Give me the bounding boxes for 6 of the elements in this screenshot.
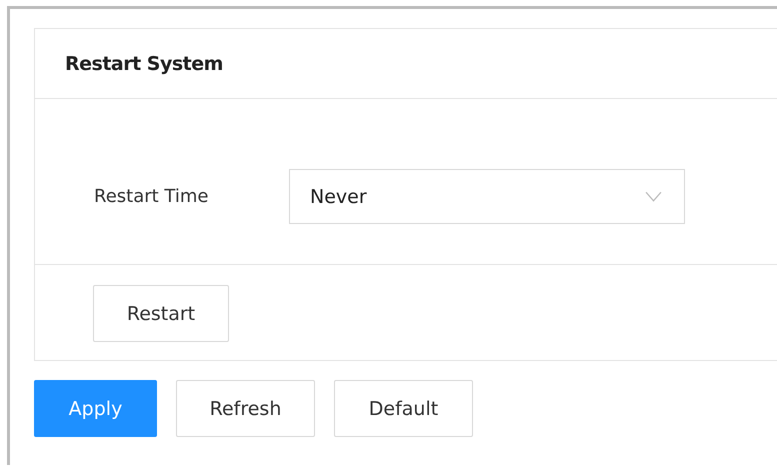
action-button[interactable]: Default bbox=[334, 380, 473, 437]
restart-button[interactable]: Restart bbox=[93, 285, 229, 342]
field-label: Restart Time bbox=[94, 186, 210, 207]
restart-time-dropdown[interactable]: Never bbox=[289, 169, 685, 224]
action-button[interactable]: Refresh bbox=[176, 380, 315, 437]
panel-title: Restart System bbox=[65, 52, 223, 74]
